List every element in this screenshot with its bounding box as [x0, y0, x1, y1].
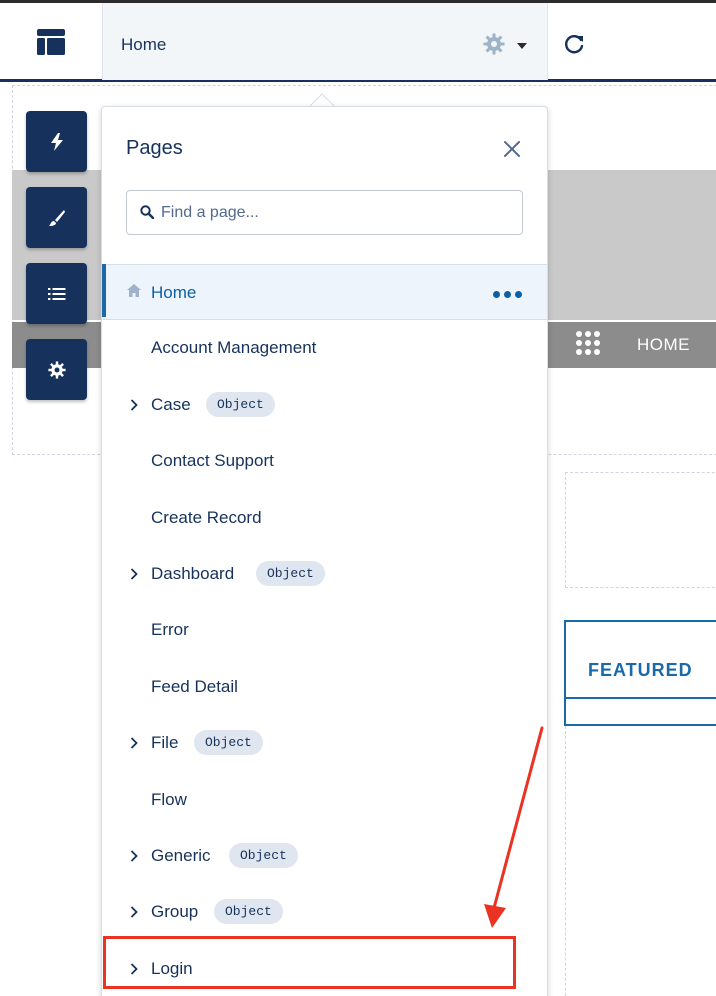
gear-icon[interactable] [483, 33, 505, 55]
page-item-label: Group [151, 902, 199, 922]
page-item-label: Home [151, 283, 197, 302]
refresh-icon[interactable] [564, 33, 586, 55]
components-tool[interactable] [26, 111, 87, 172]
chevron-right-icon[interactable] [130, 568, 138, 580]
page-item-label: Feed Detail [151, 676, 238, 696]
page-item-home[interactable]: Home [102, 264, 547, 321]
theme-tool[interactable] [26, 187, 87, 248]
panel-title: Pages [126, 137, 183, 159]
home-icon [127, 284, 141, 297]
object-badge: Object [206, 391, 275, 417]
search-icon [140, 205, 154, 219]
brush-icon [48, 209, 65, 226]
object-badge: Object [194, 730, 263, 756]
chevron-right-icon[interactable] [130, 737, 138, 749]
current-page-title: Home [121, 35, 167, 54]
list-icon [47, 287, 65, 300]
page-item-label: Generic [151, 845, 211, 865]
page-item-label: Flow [151, 789, 187, 809]
featured-heading: FEATURED [588, 660, 693, 680]
chevron-right-icon[interactable] [130, 906, 138, 918]
settings-tool[interactable] [26, 339, 87, 400]
close-icon[interactable] [502, 139, 522, 159]
page-layout-icon [37, 28, 65, 55]
more-actions-icon[interactable] [493, 291, 522, 298]
page-item-label: Account Management [151, 338, 317, 358]
page-structure-tool[interactable] [26, 263, 87, 324]
search-input[interactable] [161, 201, 501, 225]
page-item-case[interactable]: Case Object [102, 377, 547, 433]
lightning-icon [50, 132, 63, 151]
page-item-contact-support[interactable]: Contact Support [102, 433, 547, 489]
page-layout-button[interactable] [0, 3, 102, 80]
site-nav-home[interactable]: HOME [637, 335, 690, 355]
component-placeholder [565, 472, 716, 588]
caret-down-icon[interactable] [517, 43, 527, 49]
builder-toolbar: Home [0, 0, 716, 82]
chevron-right-icon[interactable] [130, 850, 138, 862]
page-item-label: Case [151, 394, 191, 414]
object-badge: Object [214, 899, 283, 925]
page-item-dashboard[interactable]: Dashboard Object [102, 546, 547, 602]
page-item-label: Create Record [151, 507, 262, 527]
featured-divider [564, 697, 716, 699]
app-launcher-icon[interactable] [576, 331, 600, 355]
page-item-label: Contact Support [151, 451, 274, 471]
page-item-label: Error [151, 620, 189, 640]
login-highlight-box [103, 936, 516, 989]
object-badge: Object [256, 560, 325, 586]
gear-icon [47, 360, 66, 379]
page-search[interactable] [126, 190, 523, 235]
page-item-label: Dashboard [151, 563, 235, 583]
page-item-create-record[interactable]: Create Record [102, 490, 547, 546]
column-outline [565, 726, 716, 996]
page-selector[interactable]: Home [102, 3, 548, 80]
chevron-right-icon[interactable] [130, 399, 138, 411]
page-item-error[interactable]: Error [102, 602, 547, 658]
builder-canvas: Home HOME FEATURED Pages Find a page... … [0, 0, 716, 996]
page-item-account-management[interactable]: Account Management [102, 320, 547, 376]
page-item-label: File [151, 733, 179, 753]
object-badge: Object [229, 842, 298, 868]
page-item-feed-detail[interactable]: Feed Detail [102, 659, 547, 715]
annotation-arrow-icon [484, 726, 544, 928]
